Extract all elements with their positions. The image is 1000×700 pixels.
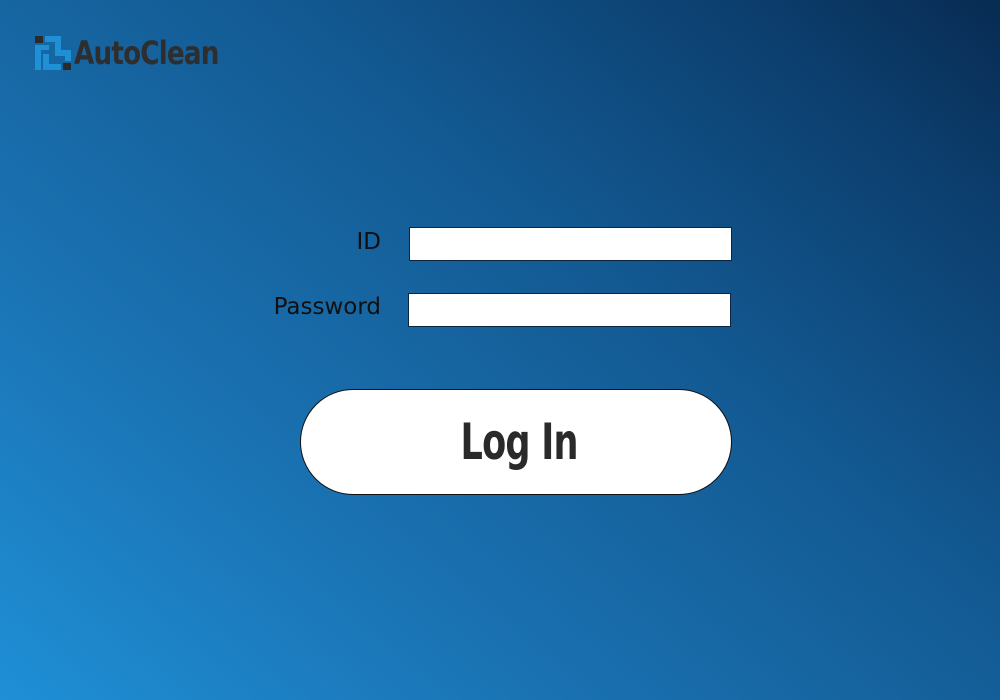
brand-logo: AutoClean: [35, 34, 250, 72]
id-input[interactable]: [409, 227, 732, 261]
password-input[interactable]: [408, 293, 731, 327]
id-label: ID: [356, 229, 382, 255]
brand-name: AutoClean: [74, 34, 219, 72]
password-label: Password: [273, 294, 381, 320]
autoclean-logo-icon: [35, 36, 71, 70]
login-button[interactable]: Log In: [300, 389, 732, 495]
login-button-label: Log In: [460, 413, 578, 471]
